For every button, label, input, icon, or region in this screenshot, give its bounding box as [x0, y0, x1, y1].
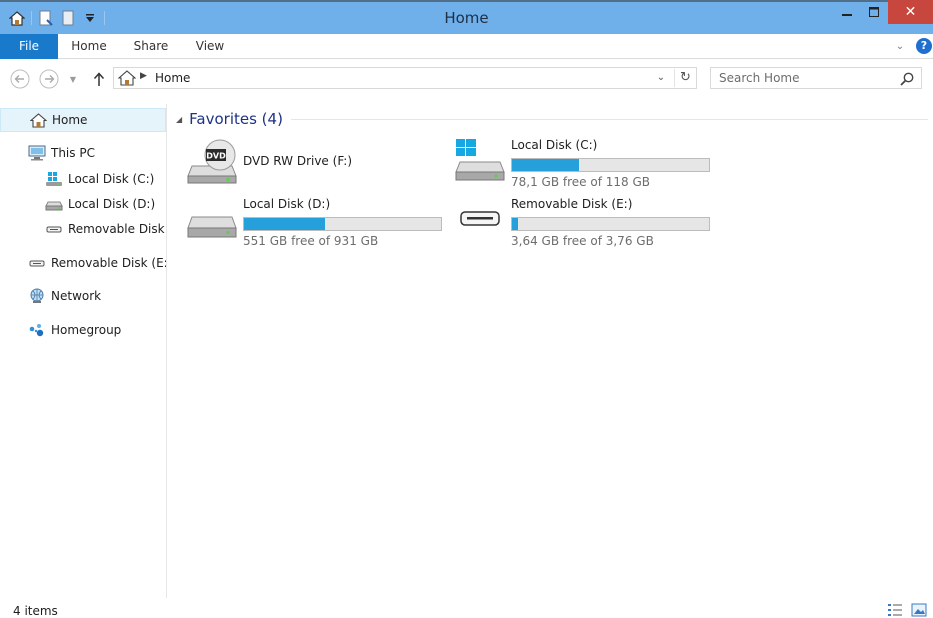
nav-item-homegroup[interactable]: Homegroup [0, 318, 166, 342]
back-button[interactable] [9, 68, 31, 90]
nav-item-label: Removable Disk (E:) [51, 256, 166, 270]
help-icon[interactable]: ? [916, 38, 932, 54]
expand-ribbon-chevron-icon[interactable]: ⌄ [893, 40, 907, 54]
nav-item-label: Network [51, 289, 102, 303]
tab-home[interactable]: Home [62, 34, 116, 59]
nav-item-removable-disk[interactable]: Removable Disk ( [0, 217, 166, 241]
search-input[interactable]: Search Home [710, 67, 922, 89]
ribbon-tabs: File Home Share View ⌄ ? [0, 34, 933, 59]
nav-item-this-pc[interactable]: This PC [0, 141, 166, 165]
details-view-icon[interactable] [887, 603, 903, 617]
nav-item-removable-disk-e[interactable]: Removable Disk (E:) [0, 251, 166, 275]
close-icon: ✕ [904, 4, 917, 20]
back-arrow-icon [10, 69, 30, 89]
search-placeholder: Search Home [719, 71, 800, 85]
drive-tile-dvd[interactable]: DVD DVD RW Drive (F:) [186, 138, 446, 190]
nav-item-local-disk-c[interactable]: Local Disk (C:) [0, 167, 166, 191]
status-bar: 4 items [0, 598, 933, 618]
drive-name: Local Disk (D:) [243, 197, 331, 211]
tab-file[interactable]: File [0, 34, 58, 59]
hard-drive-icon [45, 196, 63, 212]
drive-usage-fill [244, 218, 325, 230]
window-title: Home [444, 9, 489, 27]
nav-item-label: Homegroup [51, 323, 122, 337]
explorer-window: Home ✕ File Home Share View ⌄ ? ▼ ▶ Home… [0, 0, 933, 618]
tab-share[interactable]: Share [124, 34, 178, 59]
drive-usage-bar [511, 217, 710, 231]
drive-usage-bar [511, 158, 710, 172]
up-button[interactable] [88, 68, 110, 90]
tab-view[interactable]: View [184, 34, 236, 59]
removable-drive-icon [28, 255, 46, 271]
search-icon[interactable] [899, 71, 915, 87]
hard-drive-icon [187, 216, 237, 238]
drive-usage-bar [243, 217, 442, 231]
homegroup-icon [28, 322, 46, 338]
nav-item-label: Local Disk (C:) [68, 172, 155, 186]
system-drive-icon [45, 171, 63, 187]
nav-item-label: Removable Disk ( [68, 222, 166, 236]
content-pane: ◢ Favorites (4) DVD DVD RW Drive (F:) Lo… [168, 104, 933, 598]
removable-drive-icon [45, 221, 63, 237]
navigation-pane: Home This PC Local Disk (C:) Local Disk … [0, 104, 167, 598]
svg-text:DVD: DVD [206, 152, 226, 161]
drive-usage-fill [512, 159, 579, 171]
group-divider [290, 118, 928, 120]
drive-free-space: 551 GB free of 931 GB [243, 234, 379, 248]
drive-tile-local-disk-c[interactable]: Local Disk (C:) 78,1 GB free of 118 GB [454, 138, 714, 190]
title-bar[interactable]: Home ✕ [0, 0, 933, 34]
collapse-group-icon[interactable]: ◢ [176, 115, 182, 124]
home-icon [118, 70, 136, 86]
drive-name: Local Disk (C:) [511, 138, 598, 152]
nav-item-network[interactable]: Network [0, 284, 166, 308]
refresh-icon[interactable]: ↻ [674, 69, 696, 87]
nav-item-local-disk-d[interactable]: Local Disk (D:) [0, 192, 166, 216]
forward-button[interactable] [38, 68, 60, 90]
drive-tile-removable-disk-e[interactable]: Removable Disk (E:) 3,64 GB free of 3,76… [454, 197, 714, 249]
maximize-icon [869, 7, 879, 17]
maximize-button[interactable] [861, 0, 887, 24]
drive-usage-fill [512, 218, 518, 230]
network-icon [28, 288, 46, 304]
breadcrumb-home[interactable]: Home [155, 71, 190, 85]
minimize-icon [842, 14, 852, 16]
favorites-group-header[interactable]: ◢ Favorites (4) [176, 109, 928, 129]
up-arrow-icon [93, 72, 105, 86]
drive-name: Removable Disk (E:) [511, 197, 633, 211]
system-drive-icon [455, 139, 505, 181]
recent-locations-chevron-icon[interactable]: ▼ [66, 68, 80, 90]
nav-item-label: Local Disk (D:) [68, 197, 156, 211]
title-bar-edge [0, 0, 933, 2]
close-button[interactable]: ✕ [888, 0, 933, 24]
home-icon [29, 112, 47, 128]
group-title: Favorites (4) [189, 110, 283, 128]
address-bar[interactable]: ▶ Home ⌄ ↻ [113, 67, 697, 89]
address-dropdown-chevron-icon[interactable]: ⌄ [652, 69, 670, 87]
dvd-drive-icon: DVD [187, 139, 237, 184]
forward-arrow-icon [39, 69, 59, 89]
item-count: 4 items [13, 604, 58, 618]
minimize-button[interactable] [834, 0, 860, 24]
computer-icon [28, 145, 46, 161]
large-icons-view-icon[interactable] [911, 603, 927, 617]
breadcrumb-separator-icon[interactable]: ▶ [140, 71, 147, 81]
nav-item-label: Home [52, 113, 88, 127]
drive-name: DVD RW Drive (F:) [243, 154, 353, 168]
drive-free-space: 78,1 GB free of 118 GB [511, 175, 650, 189]
nav-item-home[interactable]: Home [0, 108, 166, 132]
drive-free-space: 3,64 GB free of 3,76 GB [511, 234, 654, 248]
drive-tile-local-disk-d[interactable]: Local Disk (D:) 551 GB free of 931 GB [186, 197, 446, 249]
nav-item-label: This PC [51, 146, 95, 160]
removable-drive-icon [460, 211, 500, 226]
